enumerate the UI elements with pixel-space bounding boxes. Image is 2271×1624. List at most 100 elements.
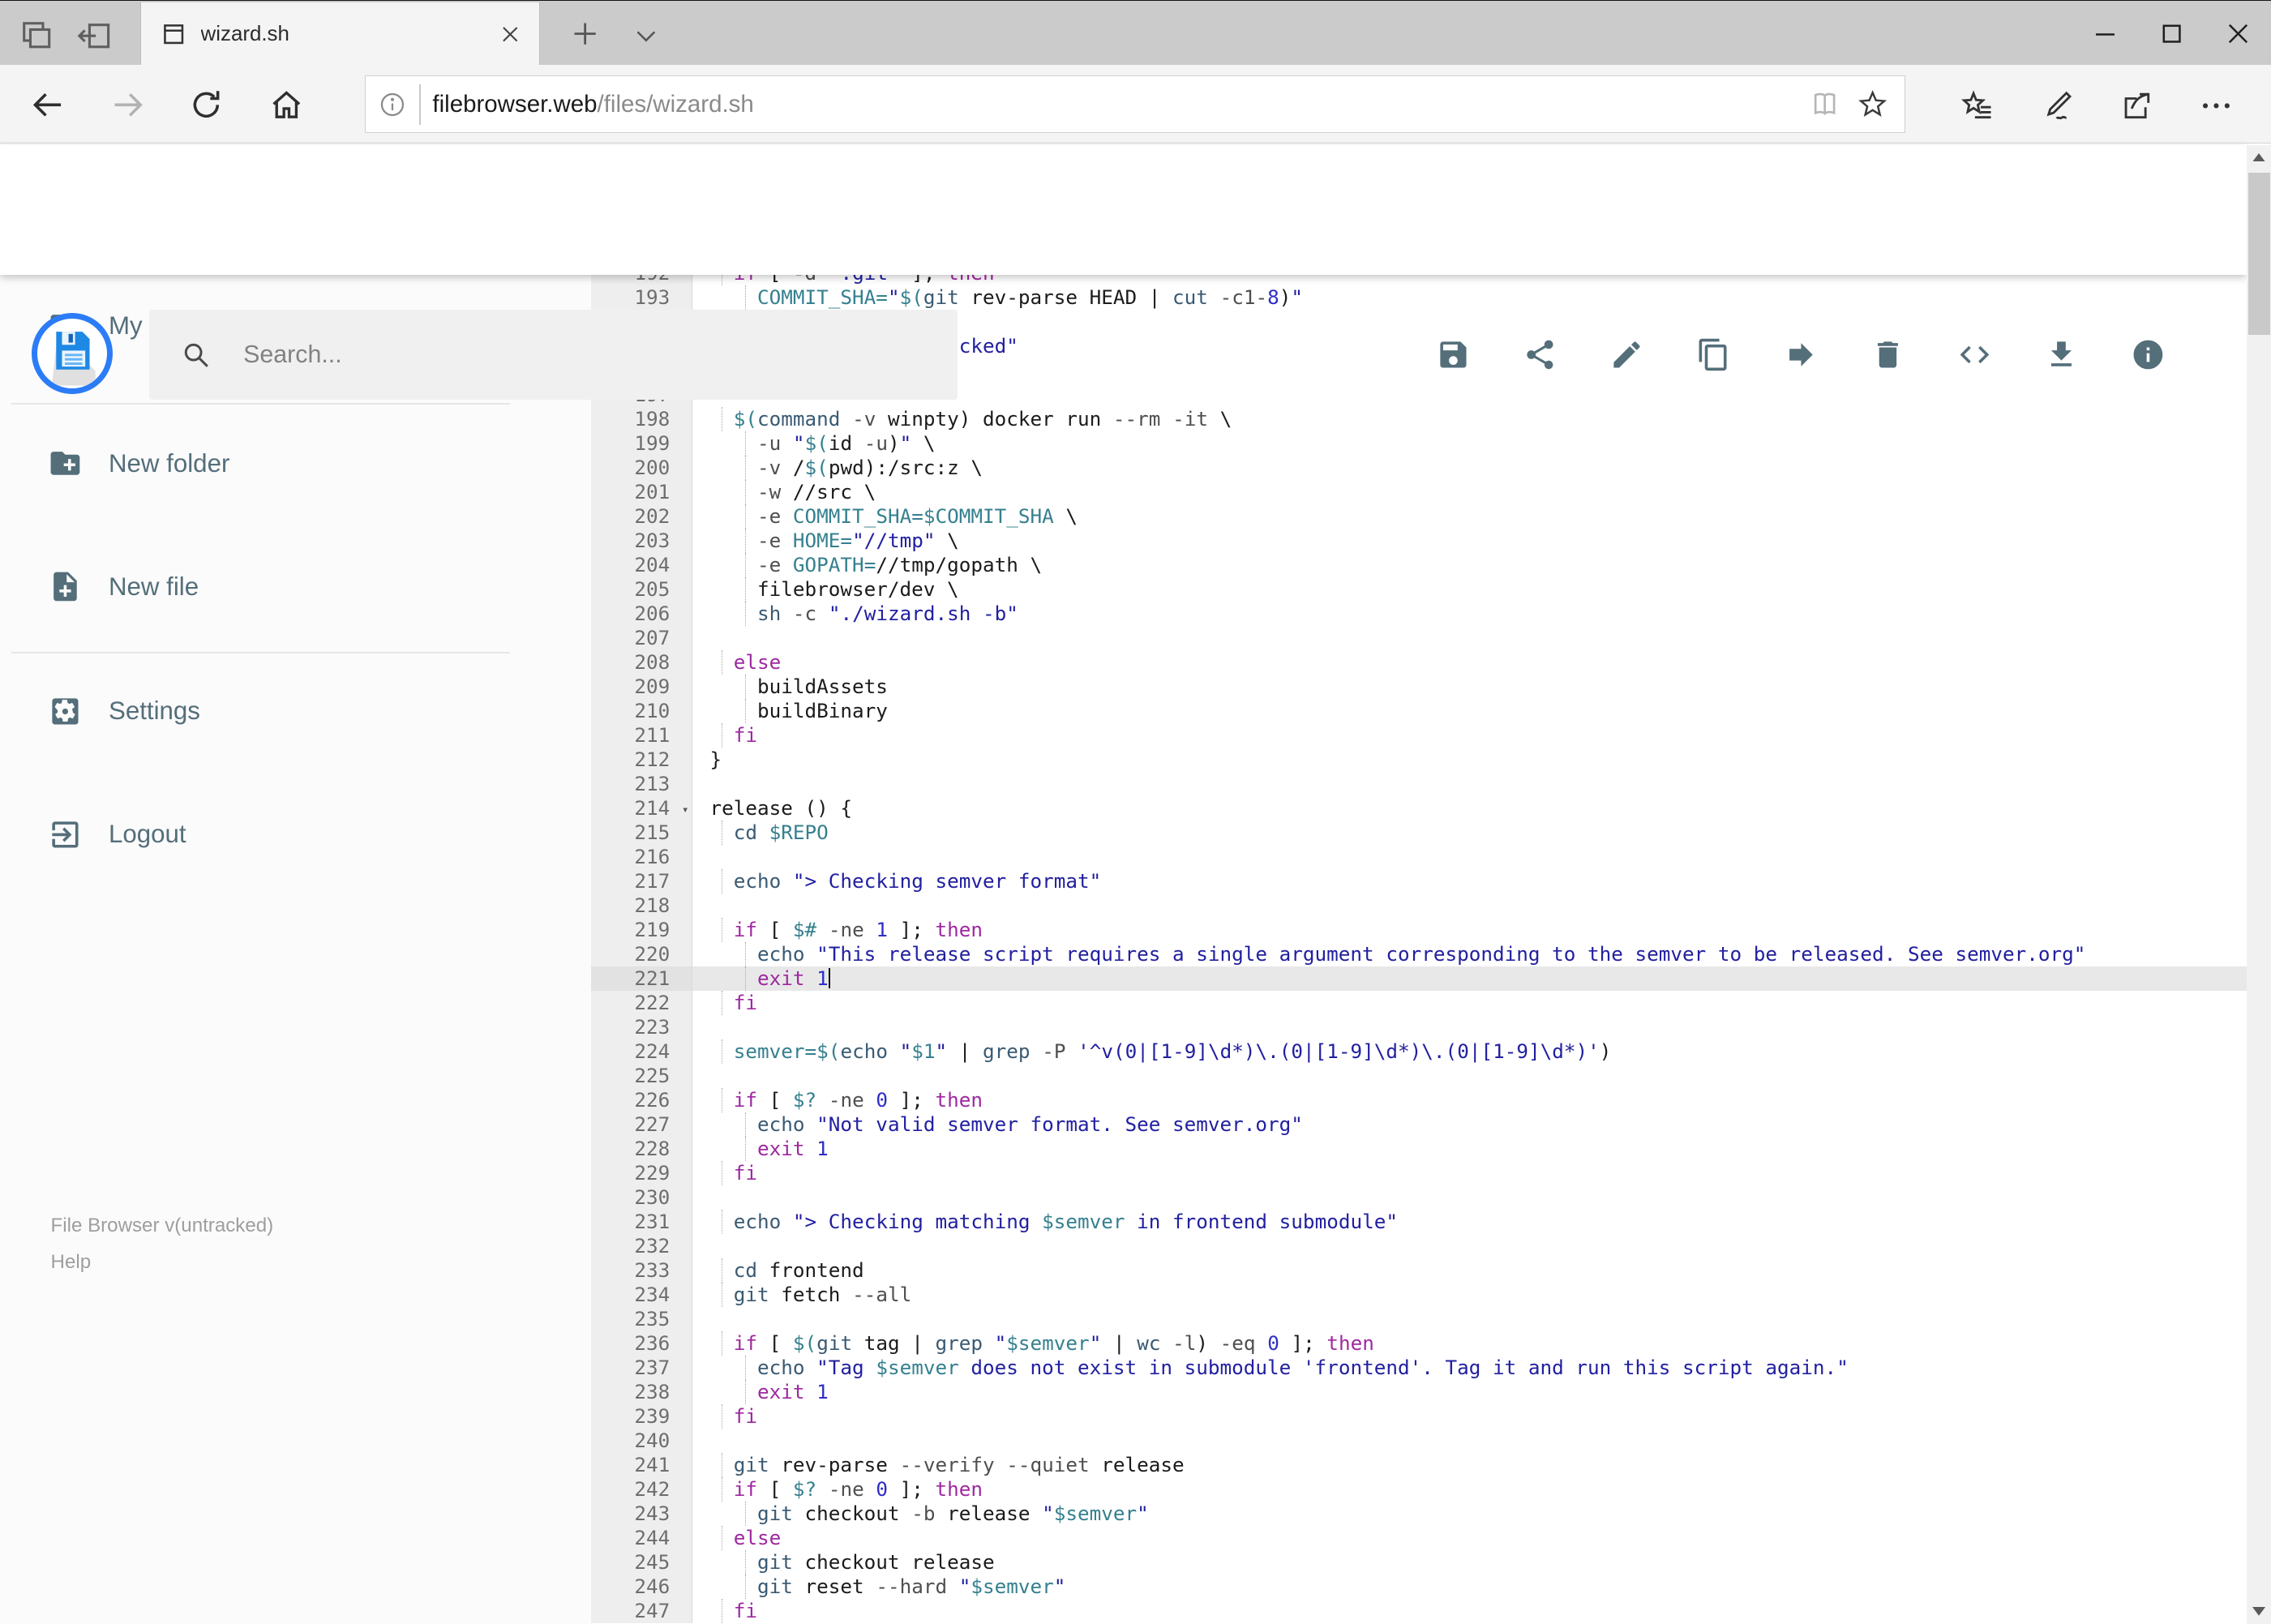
refresh-icon[interactable] [188,87,225,123]
sidebar: File Browser v(untracked) Help My filesN… [0,275,591,1624]
code-line-219[interactable]: 219 if [ $# -ne 1 ]; then [591,918,2247,943]
code-line-239[interactable]: 239 fi [591,1404,2247,1429]
site-info-icon[interactable] [379,91,406,118]
code-line-240[interactable]: 240 [591,1429,2247,1454]
sidebar-item-logout[interactable]: Logout [48,817,186,852]
code-line-231[interactable]: 231 echo "> Checking matching $semver in… [591,1210,2247,1235]
code-line-199[interactable]: 199 -u "$(id -u)" \ [591,431,2247,456]
help-link[interactable]: Help [51,1245,274,1281]
code-line-214[interactable]: 214 ▾ release () { [591,795,2247,822]
sidebar-item-new-file[interactable]: New file [48,569,199,604]
window-close-button[interactable] [2205,1,2271,66]
code-line-216[interactable]: 216 [591,844,2247,869]
code-line-232[interactable]: 232 [591,1234,2247,1259]
code-line-206[interactable]: 206 sh -c "./wizard.sh -b" [591,601,2247,626]
info-button[interactable] [2131,337,2166,372]
code-line-235[interactable]: 235 [591,1307,2247,1332]
code-line-225[interactable]: 225 [591,1064,2247,1089]
code-line-203[interactable]: 203 -e HOME="//tmp" \ [591,528,2247,553]
code-line-193[interactable]: 193 COMMIT_SHA="$(git rev-parse HEAD | c… [591,285,2247,310]
code-line-243[interactable]: 243 git checkout -b release "$semver" [591,1502,2247,1527]
code-line-209[interactable]: 209 buildAssets [591,674,2247,699]
code-line-246[interactable]: 246 git reset --hard "$semver" [591,1575,2247,1600]
code-line-217[interactable]: 217 echo "> Checking semver format" [591,869,2247,894]
code-line-236[interactable]: 236 if [ $(git tag | grep "$semver" | wc… [591,1331,2247,1356]
download-button[interactable] [2044,337,2079,372]
forward-icon[interactable] [110,87,147,123]
code-line-198[interactable]: 198 $(command -v winpty) docker run --rm… [591,406,2247,431]
code-line-223[interactable]: 223 [591,1015,2247,1040]
code-line-242[interactable]: 242 if [ $? -ne 0 ]; then [591,1477,2247,1502]
code-line-202[interactable]: 202 -e COMMIT_SHA=$COMMIT_SHA \ [591,503,2247,529]
share-button[interactable] [1523,337,1558,372]
code-line-222[interactable]: 222 fi [591,991,2247,1016]
browser-tab[interactable]: wizard.sh [140,2,541,66]
home-icon[interactable] [268,87,305,123]
back-icon[interactable] [29,87,66,123]
code-line-245[interactable]: 245 git checkout release [591,1550,2247,1575]
move-button[interactable] [1784,337,1819,372]
new-tab-button[interactable] [569,18,601,49]
code-line-228[interactable]: 228 exit 1 [591,1137,2247,1162]
code-line-244[interactable]: 244 else [591,1526,2247,1551]
favorite-star-icon[interactable] [1857,88,1888,120]
code-line-224[interactable]: 224 semver=$(echo "$1" | grep -P '^v(0|[… [591,1039,2247,1065]
sidebar-item-new-folder[interactable]: New folder [48,446,229,481]
code-line-204[interactable]: 204 -e GOPATH=//tmp/gopath \ [591,552,2247,577]
copy-button[interactable] [1696,337,1731,372]
code-line-213[interactable]: 213 [591,771,2247,796]
code-line-215[interactable]: 215 cd $REPO [591,820,2247,845]
set-tabs-aside-icon[interactable] [75,17,113,52]
code-line-238[interactable]: 238 exit 1 [591,1380,2247,1405]
code-line-205[interactable]: 205 filebrowser/dev \ [591,576,2247,602]
code-line-229[interactable]: 229 fi [591,1161,2247,1186]
search-input[interactable] [240,339,884,371]
hub-icon[interactable] [1960,88,1995,123]
annotate-pen-icon[interactable] [2040,88,2075,123]
move-icon [1789,343,1813,367]
code-line-210[interactable]: 210 buildBinary [591,698,2247,723]
source-editor-button[interactable] [1957,337,1992,372]
delete-button[interactable] [1870,337,1905,372]
code-line-208[interactable]: 208 else [591,649,2247,675]
scrollbar-thumb[interactable] [2248,172,2270,335]
code-line-237[interactable]: 237 echo "Tag $semver does not exist in … [591,1356,2247,1381]
indent-guide [745,503,747,529]
code-line-218[interactable]: 218 [591,893,2247,919]
tab-preview-icon[interactable] [17,17,54,52]
code-line-200[interactable]: 200 -v /$(pwd):/src:z \ [591,455,2247,480]
filebrowser-logo[interactable] [32,312,114,394]
scroll-down-icon[interactable] [2247,1600,2271,1624]
code-line-201[interactable]: 201 -w //src \ [591,479,2247,504]
browser-toolbar: filebrowser.web/files/wizard.sh [0,65,2271,144]
code-line-247[interactable]: 247 fi [591,1599,2247,1624]
save-button[interactable] [1436,337,1471,372]
share-icon[interactable] [2119,88,2154,123]
code-line-211[interactable]: 211 fi [591,722,2247,748]
sidebar-item-settings[interactable]: Settings [48,694,200,729]
edit-button[interactable] [1609,337,1644,372]
more-menu-icon[interactable] [2199,88,2234,123]
fold-marker-icon[interactable]: ▾ [682,798,689,822]
scroll-up-icon[interactable] [2247,145,2271,169]
search-bar[interactable] [149,310,958,401]
tab-list-chevron-icon[interactable] [632,21,661,47]
code-line-227[interactable]: 227 echo "Not valid semver format. See s… [591,1112,2247,1138]
code-editor[interactable]: 192 if [ -d ".git" ]; then193 COMMIT_SHA… [591,260,2247,1624]
tab-close-icon[interactable] [499,23,522,46]
code-line-230[interactable]: 230 [591,1185,2247,1211]
code-line-221[interactable]: 221 exit 1 [591,966,2247,992]
vertical-scrollbar[interactable] [2247,144,2271,1624]
code-line-212[interactable]: 212} [591,747,2247,772]
code-line-241[interactable]: 241 git rev-parse --verify --quiet relea… [591,1453,2247,1478]
code-line-234[interactable]: 234 git fetch --all [591,1283,2247,1308]
reading-view-icon[interactable] [1809,88,1840,120]
code-line-220[interactable]: 220 echo "This release script requires a… [591,942,2247,967]
address-bar[interactable]: filebrowser.web/files/wizard.sh [365,75,1905,134]
code-line-207[interactable]: 207 [591,625,2247,650]
sidebar-item-label: Settings [108,696,200,726]
window-maximize-button[interactable] [2138,1,2205,66]
code-line-233[interactable]: 233 cd frontend [591,1258,2247,1283]
code-line-226[interactable]: 226 if [ $? -ne 0 ]; then [591,1088,2247,1113]
window-minimize-button[interactable] [2072,1,2138,66]
